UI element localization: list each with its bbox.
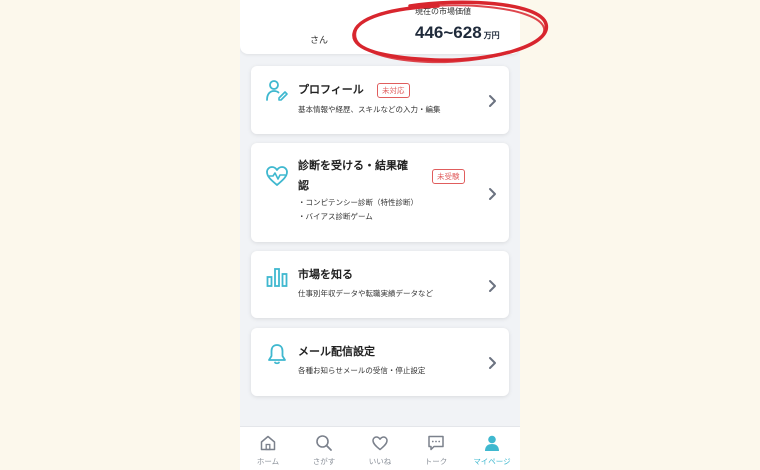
diagnosis-card-title-line2: 認 xyxy=(298,179,309,192)
nav-home[interactable]: ホーム xyxy=(240,427,296,470)
chevron-right-icon xyxy=(489,95,496,107)
profile-card[interactable]: プロフィール 未対応 基本情報や経歴、スキルなどの入力・編集 xyxy=(251,66,509,134)
bottom-nav: ホーム さがす いいね トーク マイページ xyxy=(240,426,520,470)
bar-chart-icon xyxy=(266,268,288,287)
chat-icon xyxy=(428,435,444,451)
nav-mypage-label: マイページ xyxy=(473,457,511,466)
diagnosis-desc-competency: ・コンピテンシー診断（特性診断） xyxy=(298,198,418,207)
nav-like-label: いいね xyxy=(368,457,392,466)
mail-settings-card[interactable]: メール配信設定 各種お知らせメールの受信・停止設定 xyxy=(251,328,509,396)
market-card-title: 市場を知る xyxy=(298,268,353,281)
diagnosis-card[interactable]: 診断を受ける・結果確 認 未受験 ・コンピテンシー診断（特性診断） ・バイアス診… xyxy=(251,143,509,242)
highlight-circle xyxy=(352,0,548,64)
mail-settings-card-title: メール配信設定 xyxy=(298,345,375,358)
profile-status-badge: 未対応 xyxy=(377,83,410,98)
profile-card-title: プロフィール xyxy=(298,83,364,96)
chevron-right-icon xyxy=(489,188,496,200)
user-name-suffix: さん xyxy=(310,36,329,46)
search-icon xyxy=(316,435,332,451)
nav-like[interactable]: いいね xyxy=(352,427,408,470)
heart-icon xyxy=(372,436,388,451)
mail-settings-card-desc: 各種お知らせメールの受信・停止設定 xyxy=(298,366,426,375)
nav-home-label: ホーム xyxy=(256,457,280,466)
chevron-right-icon xyxy=(489,357,496,369)
diagnosis-card-title-line1: 診断を受ける・結果確 xyxy=(298,159,408,172)
heart-pulse-icon xyxy=(266,166,288,186)
phone-screen: さん 現在の市場価値 446~628 万円 プロフィール 未対応 基本情報や経歴、… xyxy=(240,0,520,470)
chevron-right-icon xyxy=(489,280,496,292)
profile-edit-icon xyxy=(266,80,288,101)
bell-icon xyxy=(268,344,286,365)
market-card-desc: 仕事別年収データや転職実績データなど xyxy=(298,289,433,298)
nav-search[interactable]: さがす xyxy=(296,427,352,470)
nav-talk-label: トーク xyxy=(424,457,448,466)
home-icon xyxy=(260,435,276,451)
nav-mypage[interactable]: マイページ xyxy=(464,427,520,470)
person-icon xyxy=(485,435,499,451)
market-card[interactable]: 市場を知る 仕事別年収データや転職実績データなど xyxy=(251,251,509,318)
diagnosis-status-badge: 未受験 xyxy=(432,169,465,184)
nav-talk[interactable]: トーク xyxy=(408,427,464,470)
diagnosis-desc-bias-game: ・バイアス診断ゲーム xyxy=(298,212,373,221)
nav-search-label: さがす xyxy=(312,457,336,466)
profile-card-desc: 基本情報や経歴、スキルなどの入力・編集 xyxy=(298,105,441,114)
